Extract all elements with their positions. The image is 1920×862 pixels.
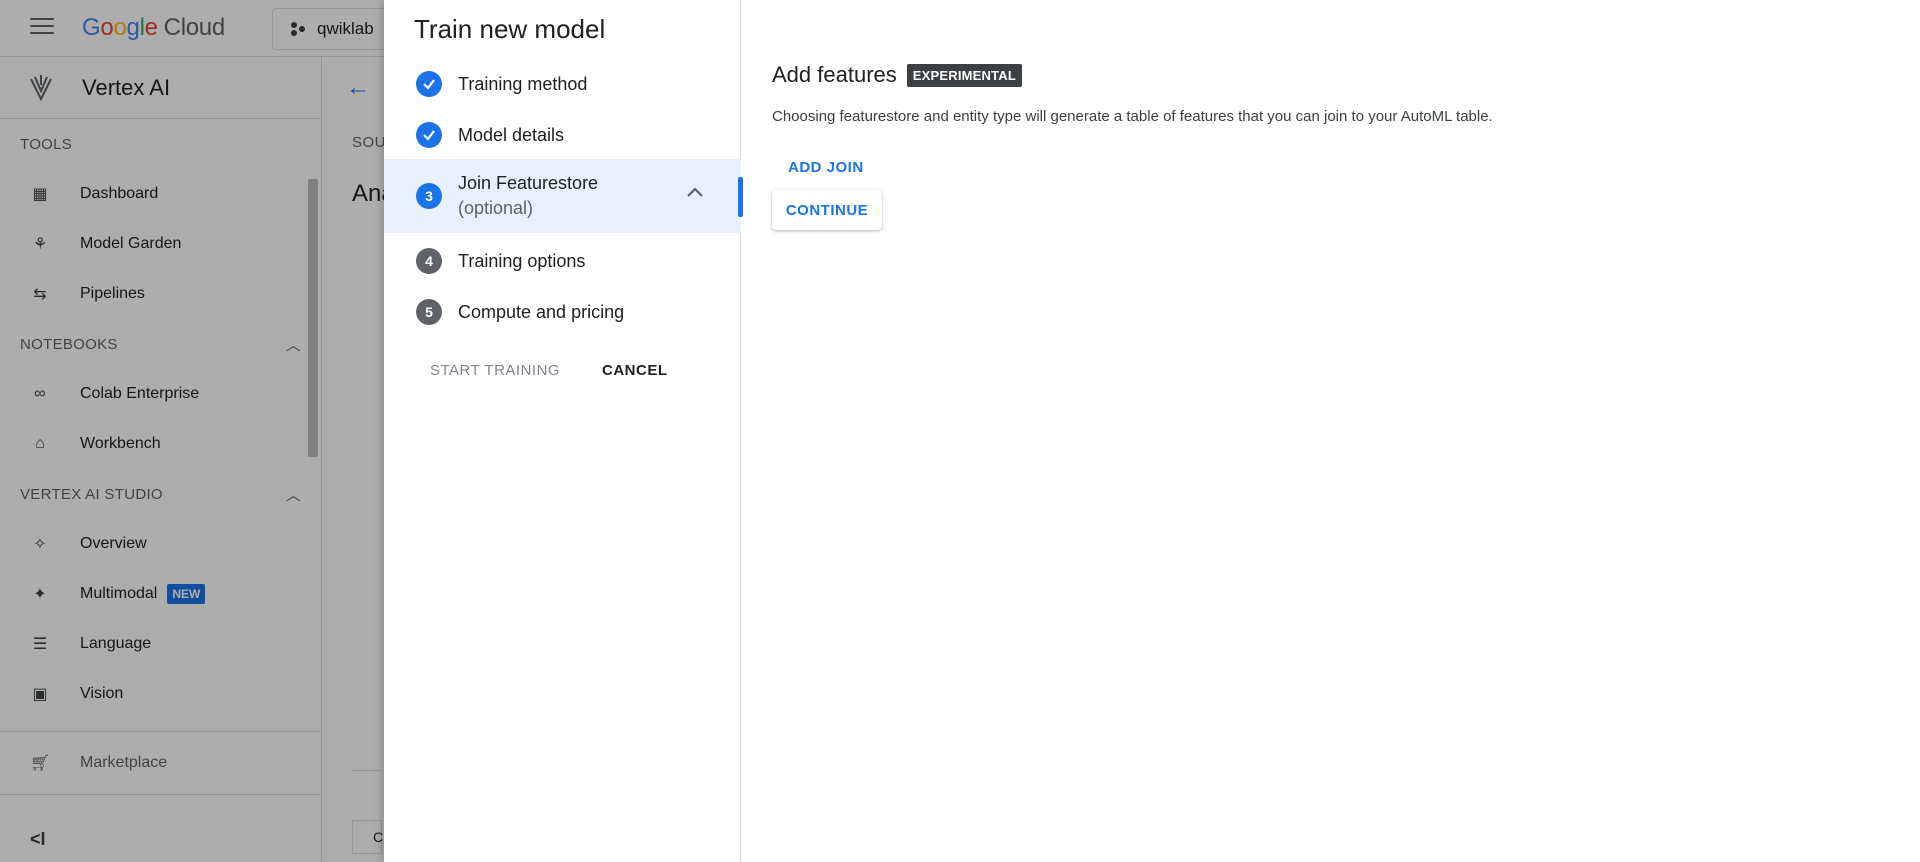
add-features-header: Add features EXPERIMENTAL <box>772 62 1023 88</box>
continue-button[interactable]: CONTINUE <box>772 190 882 230</box>
section-title: Add features <box>772 62 897 87</box>
add-join-button[interactable]: ADD JOIN <box>788 159 864 176</box>
experimental-badge: EXPERIMENTAL <box>906 63 1023 87</box>
step-training-options[interactable]: 4 Training options <box>384 236 741 286</box>
step-compute-and-pricing[interactable]: 5 Compute and pricing <box>384 287 741 337</box>
chevron-up-icon[interactable] <box>683 181 707 205</box>
step-training-method[interactable]: Training method <box>384 59 741 109</box>
step-number-badge: 3 <box>416 183 442 209</box>
start-training-button[interactable]: START TRAINING <box>430 362 560 379</box>
train-model-panel: Train new model Training method Model de… <box>384 0 1920 862</box>
panel-title: Train new model <box>414 14 606 44</box>
step-join-featurestore[interactable]: 3 Join Featurestore (optional) <box>384 159 743 233</box>
step-number-badge: 4 <box>416 248 442 274</box>
check-circle-icon <box>416 71 442 97</box>
step-content: Add features EXPERIMENTAL Choosing featu… <box>742 0 1920 862</box>
step-number-badge: 5 <box>416 299 442 325</box>
check-circle-icon <box>416 122 442 148</box>
section-description: Choosing featurestore and entity type wi… <box>772 108 1493 125</box>
stepper: Train new model Training method Model de… <box>384 0 743 862</box>
cancel-button[interactable]: CANCEL <box>602 362 668 379</box>
step-model-details[interactable]: Model details <box>384 110 741 160</box>
